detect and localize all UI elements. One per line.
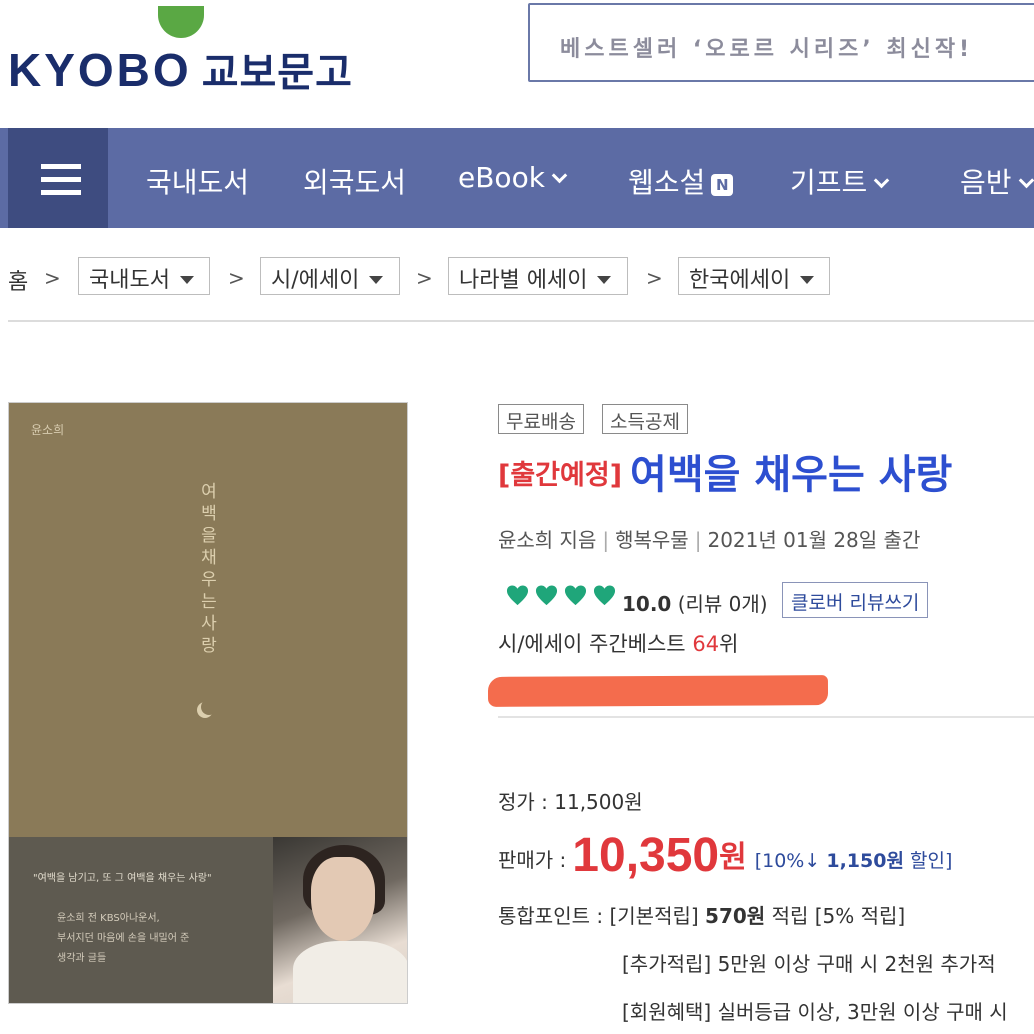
heart-icon — [506, 585, 529, 606]
caret-down-icon — [369, 276, 384, 284]
heart-icon — [535, 585, 558, 606]
cover-description: 윤소희 전 KBS아나운서, 부서지던 마음에 손을 내밀어 준 생각과 글들 — [57, 913, 190, 964]
sale-price: 10,350 — [572, 829, 720, 882]
review-count: (리뷰 0개) — [677, 592, 768, 616]
pub-date: 2021년 01월 28일 출간 — [707, 528, 921, 552]
moon-icon — [201, 699, 217, 715]
author-photo — [273, 837, 407, 1003]
caret-down-icon — [179, 276, 194, 284]
publisher-link[interactable]: 행복우물 — [615, 528, 689, 552]
sale-price-row: 판매가 :10,350원 [10%↓ 1,150원 할인] — [498, 829, 953, 882]
heart-icon — [593, 585, 616, 606]
breadcrumb-korean-essay[interactable]: 한국에세이 — [678, 257, 830, 295]
breadcrumb-home[interactable]: 홈 — [8, 264, 28, 296]
breadcrumb-domestic-books[interactable]: 국내도서 — [78, 257, 210, 295]
logo-leaf-icon — [158, 6, 204, 38]
promo-text: 베스트셀러 ‘오로르 시리즈’ 최신작! — [560, 37, 974, 62]
nav-item-gift[interactable]: 기프트 — [790, 161, 890, 201]
income-deduction-badge: 소득공제 — [602, 404, 688, 434]
cover-bottom-panel: "여백을 남기고, 또 그 여백을 채우는 사랑" 윤소희 전 KBS아나운서,… — [9, 837, 407, 1003]
chevron-right-icon: > — [646, 266, 663, 290]
new-badge: N — [711, 174, 734, 196]
weekly-best-rank[interactable]: 시/에세이 주간베스트 64위 — [498, 628, 738, 658]
discount-info: [10%↓ 1,150원 할인] — [754, 850, 953, 872]
cover-title: 여백을 채우는 사랑 — [201, 482, 217, 656]
menu-button[interactable] — [8, 128, 108, 228]
nav-item-music[interactable]: 음반 — [960, 161, 1034, 201]
chevron-down-icon — [1018, 172, 1034, 189]
caret-down-icon — [597, 276, 612, 284]
chevron-down-icon — [551, 167, 568, 184]
caret-down-icon — [800, 276, 815, 284]
highlight-marker — [487, 675, 829, 707]
logo-text-ko: 교보문고 — [201, 50, 353, 96]
promo-banner[interactable]: 베스트셀러 ‘오로르 시리즈’ 최신작! — [528, 3, 1034, 82]
logo-text-en: KYOBO — [8, 44, 192, 96]
breadcrumb-essay-by-country[interactable]: 나라별 에세이 — [448, 257, 628, 295]
rating-hearts — [506, 584, 622, 611]
breadcrumb-poetry-essay[interactable]: 시/에세이 — [260, 257, 400, 295]
extra-points: [추가적립] 5만원 이상 구매 시 2천원 추가적 — [622, 952, 996, 976]
member-benefit: [회원혜택] 실버등급 이상, 3만원 이상 구매 시 — [622, 1000, 1008, 1024]
product-title-row: [출간예정] 여백을 채우는 사랑 — [498, 442, 952, 500]
cover-author: 윤소희 — [31, 423, 65, 437]
chevron-down-icon — [874, 172, 890, 189]
free-shipping-badge: 무료배송 — [498, 404, 584, 434]
divider — [498, 716, 1034, 718]
heart-icon — [564, 585, 587, 606]
chevron-right-icon: > — [416, 266, 433, 290]
nav-item-ebook[interactable]: eBook — [458, 161, 568, 194]
points-row: 통합포인트 : [기본적립] 570원 적립 [5% 적립] — [498, 904, 906, 928]
product-title: 여백을 채우는 사랑 — [630, 452, 953, 498]
nav-item-webnovel[interactable]: 웹소설 N — [628, 161, 734, 201]
hamburger-icon — [41, 164, 81, 169]
chevron-right-icon: > — [228, 266, 245, 290]
list-price: 정가 : 11,500원 — [498, 790, 643, 814]
rating-score: 10.0 (리뷰 0개) — [622, 592, 768, 616]
nav-item-domestic-books[interactable]: 국내도서 — [146, 161, 249, 201]
nav-item-foreign-books[interactable]: 외국도서 — [303, 161, 406, 201]
book-cover[interactable]: 윤소희 여백을 채우는 사랑 "여백을 남기고, 또 그 여백을 채우는 사랑"… — [8, 402, 408, 1004]
cover-quote: "여백을 남기고, 또 그 여백을 채우는 사랑" — [33, 873, 212, 884]
divider — [8, 320, 1034, 322]
main-nav: 국내도서 외국도서 eBook 웹소설 N 기프트 음반 — [0, 128, 1034, 228]
author-link[interactable]: 윤소희 지음 — [498, 528, 596, 552]
chevron-right-icon: > — [44, 266, 61, 290]
product-meta: 윤소희 지음 | 행복우물 | 2021년 01월 28일 출간 — [498, 528, 921, 552]
status-tag: [출간예정] — [498, 460, 623, 491]
write-review-button[interactable]: 클로버 리뷰쓰기 — [782, 582, 929, 618]
